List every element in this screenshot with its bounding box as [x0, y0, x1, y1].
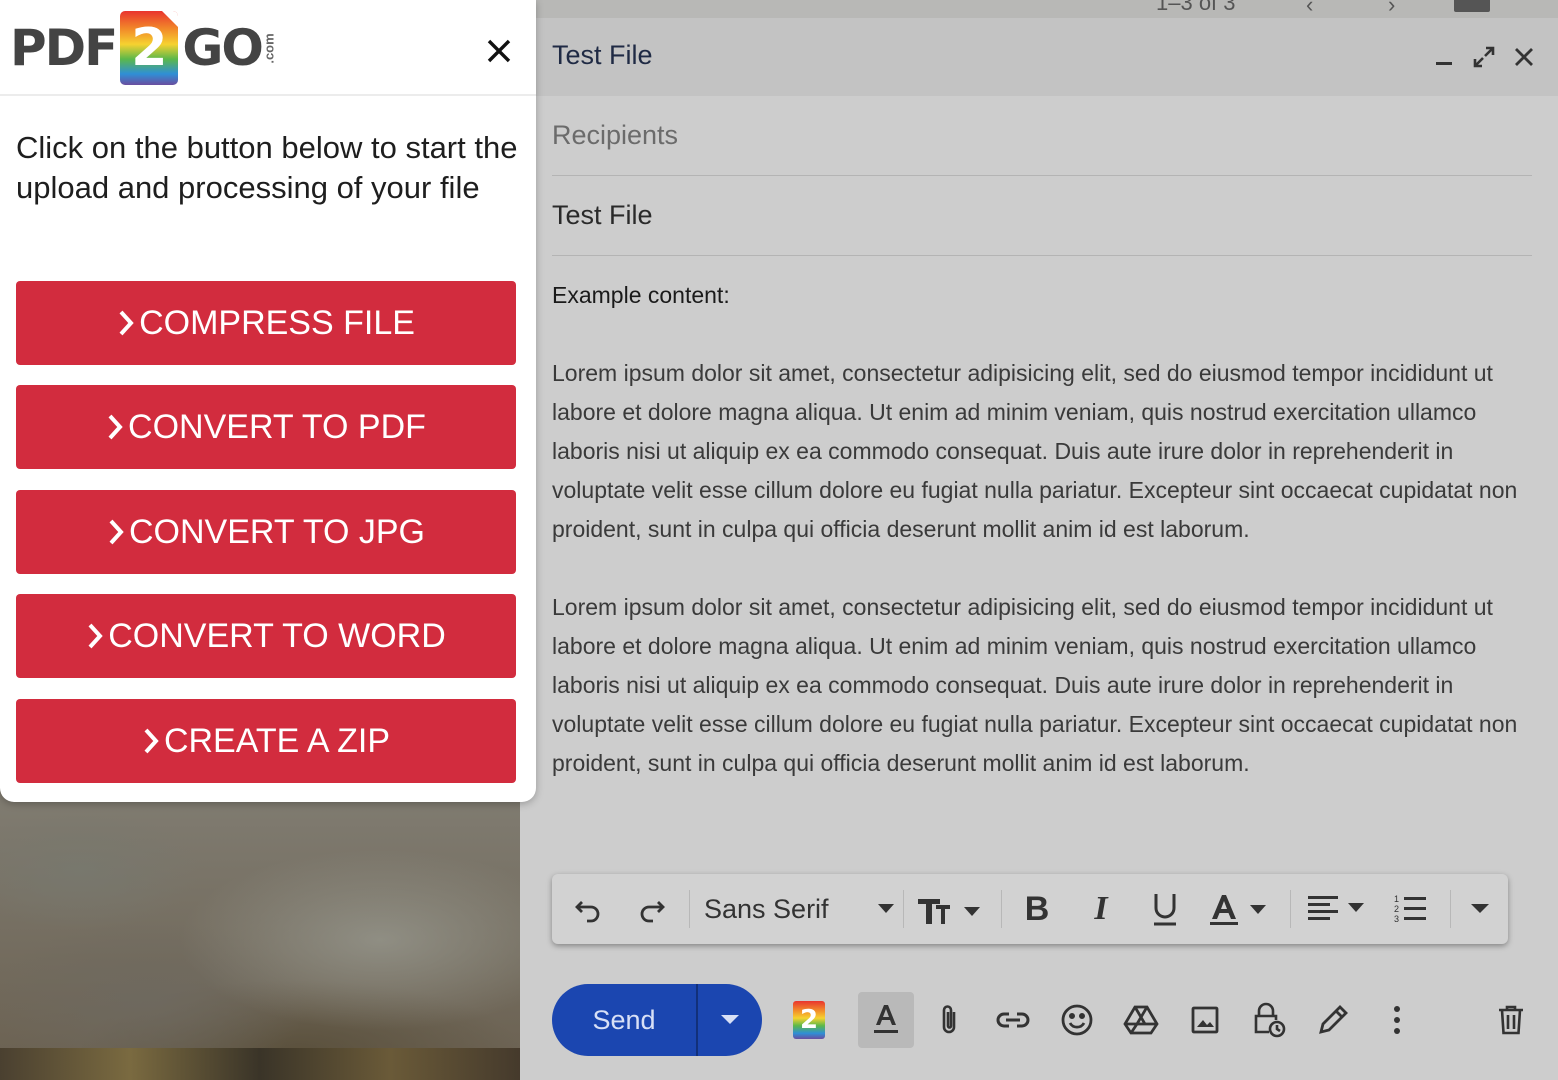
recipients-field[interactable]: Recipients	[552, 96, 1532, 176]
svg-text:3: 3	[1394, 914, 1399, 924]
caret-down-icon	[721, 1015, 739, 1024]
body-paragraph: Lorem ipsum dolor sit amet, consectetur …	[552, 360, 1518, 542]
compose-window: Test File Recipients Test File Example c…	[520, 18, 1558, 1080]
convert-to-jpg-button[interactable]: CONVERT TO JPG	[16, 490, 516, 574]
logo-text-right: GO	[182, 19, 264, 77]
button-label: CONVERT TO PDF	[128, 407, 426, 446]
addon-badge: 2	[799, 1005, 819, 1035]
convert-to-pdf-button[interactable]: CONVERT TO PDF	[16, 385, 516, 469]
emoji-icon[interactable]	[1050, 992, 1104, 1048]
font-family-label: Sans Serif	[704, 893, 829, 924]
popup-header: PDF 2 GO .com	[0, 0, 536, 96]
popup-instructions: Click on the button below to start the u…	[16, 130, 518, 205]
chevron-right-icon	[107, 517, 125, 547]
chevron-right-icon	[117, 308, 135, 338]
minimize-icon[interactable]	[1429, 42, 1459, 72]
font-family-select[interactable]: Sans Serif	[704, 886, 894, 932]
chevron-right-icon	[142, 726, 160, 756]
formatting-options-icon[interactable]	[858, 992, 914, 1048]
close-compose-icon[interactable]	[1509, 42, 1539, 72]
compose-header: Test File	[520, 18, 1558, 96]
body-heading: Example content:	[552, 282, 730, 308]
send-button[interactable]: Send	[552, 984, 696, 1056]
logo-fold	[162, 11, 179, 27]
create-zip-button[interactable]: CREATE A ZIP	[16, 699, 516, 783]
button-label: CREATE A ZIP	[163, 721, 391, 760]
close-popup-icon[interactable]	[478, 30, 520, 72]
svg-text:1: 1	[1394, 894, 1399, 904]
chevron-right-icon	[86, 621, 104, 651]
inbox-top-bar: 1–3 of 3 ‹ ›	[536, 0, 1558, 18]
underline-icon[interactable]	[1142, 886, 1188, 932]
more-options-icon[interactable]	[1370, 992, 1424, 1048]
schedule-send-dropdown[interactable]	[698, 984, 762, 1056]
toolbar-separator	[1290, 890, 1291, 928]
convert-to-word-button[interactable]: CONVERT TO WORD	[16, 594, 516, 678]
prev-page-icon[interactable]: ‹	[1306, 0, 1313, 18]
text-color-icon[interactable]	[1206, 886, 1276, 932]
insert-photo-icon[interactable]	[1178, 992, 1232, 1048]
chevron-right-icon	[106, 412, 124, 442]
background-leaves	[0, 1048, 520, 1080]
svg-text:2: 2	[1394, 904, 1399, 914]
numbered-list-icon[interactable]: 123	[1388, 886, 1434, 932]
body-paragraph: Lorem ipsum dolor sit amet, consectetur …	[552, 594, 1518, 776]
italic-icon[interactable]: I	[1078, 886, 1124, 932]
send-button-group: Send	[552, 984, 762, 1056]
confidential-mode-icon[interactable]	[1242, 992, 1296, 1048]
button-label: CONVERT TO JPG	[128, 512, 425, 551]
pdf2go-popup: PDF 2 GO .com Click on the button below …	[0, 0, 536, 802]
caret-down-icon	[878, 904, 894, 913]
keyboard-icon[interactable]	[1454, 0, 1490, 12]
align-icon[interactable]	[1304, 886, 1374, 932]
toolbar-separator	[1450, 890, 1451, 928]
logo-suffix: .com	[261, 32, 277, 64]
insert-link-icon[interactable]	[986, 992, 1040, 1048]
compress-file-button[interactable]: COMPRESS FILE	[16, 281, 516, 365]
pdf2go-addon-icon[interactable]: 2	[782, 992, 836, 1048]
button-label: CONVERT TO WORD	[108, 616, 446, 655]
pdf2go-logo: PDF 2 GO .com	[10, 8, 278, 88]
pager-text: 1–3 of 3	[1156, 0, 1236, 15]
more-formatting-icon[interactable]	[1462, 886, 1498, 932]
logo-mark: 2	[120, 11, 179, 85]
toolbar-separator	[903, 890, 904, 928]
button-label: COMPRESS FILE	[139, 303, 415, 342]
message-body[interactable]: Example content: Lorem ipsum dolor sit a…	[552, 276, 1537, 822]
toolbar-separator	[1001, 890, 1002, 928]
undo-icon[interactable]	[566, 886, 610, 932]
redo-icon[interactable]	[630, 886, 674, 932]
logo-text-left: PDF	[10, 19, 118, 77]
font-size-icon[interactable]	[916, 886, 986, 932]
formatting-toolbar: Sans Serif B I 123	[552, 874, 1508, 944]
fullscreen-icon[interactable]	[1469, 42, 1499, 72]
google-drive-icon[interactable]	[1114, 992, 1168, 1048]
attach-file-icon[interactable]	[922, 992, 976, 1048]
toolbar-separator	[689, 890, 690, 928]
subject-field[interactable]: Test File	[552, 176, 1532, 256]
next-page-icon[interactable]: ›	[1388, 0, 1395, 18]
insert-signature-icon[interactable]	[1306, 992, 1360, 1048]
discard-draft-icon[interactable]	[1484, 992, 1538, 1048]
compose-title: Test File	[552, 40, 653, 70]
bold-icon[interactable]: B	[1014, 886, 1060, 932]
